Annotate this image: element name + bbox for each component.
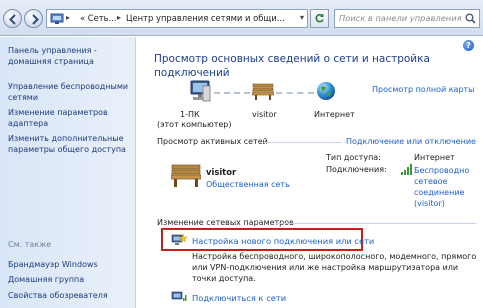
chevron-down-icon[interactable]: ▾ xyxy=(300,13,304,22)
map-connection-line xyxy=(276,92,314,94)
network-folder-icon xyxy=(50,13,64,24)
search-input[interactable]: Поиск в панели управления xyxy=(339,13,462,23)
sidebar-item-control-panel-home[interactable]: Панель управления - домашняя страница xyxy=(8,45,132,67)
connect-to-network-link[interactable]: Подключиться к сети xyxy=(192,293,286,303)
network-type-link[interactable]: Общественная сеть xyxy=(206,180,290,189)
divider xyxy=(264,142,342,143)
access-type-value: Интернет xyxy=(414,153,455,162)
help-icon[interactable]: ? xyxy=(463,40,474,51)
search-icon[interactable] xyxy=(465,13,476,24)
see-also-internet-options[interactable]: Свойства обозревателя xyxy=(8,290,132,301)
globe-icon[interactable] xyxy=(316,81,336,101)
see-also-heading: См. также xyxy=(8,240,52,249)
breadcrumb-network-center[interactable]: Центр управления сетями и общи... xyxy=(126,13,288,23)
refresh-icon xyxy=(315,13,324,23)
chevron-right-icon[interactable]: ▸ xyxy=(117,13,121,22)
address-bar[interactable]: ▸ « Сеть... ▸ Центр управления сетями и … xyxy=(46,9,308,28)
sidebar-item-manage-wireless[interactable]: Управление беспроводными сетями xyxy=(8,81,132,103)
connections-label: Подключения: xyxy=(326,165,387,174)
bench-icon xyxy=(171,164,201,187)
change-settings-heading: Изменение сетевых параметров xyxy=(157,218,294,227)
see-also-homegroup[interactable]: Домашняя группа xyxy=(8,274,132,285)
access-type-label: Тип доступа: xyxy=(326,153,381,162)
setup-new-connection-description: Настройка беспроводного, широкополосного… xyxy=(192,252,477,283)
map-node-visitor: visitor xyxy=(252,110,277,119)
bench-icon[interactable] xyxy=(252,82,274,100)
search-box[interactable]: Поиск в панели управления xyxy=(334,9,480,28)
page-title: Просмотр основных сведений о сети и наст… xyxy=(154,53,430,79)
see-also-firewall[interactable]: Брандмауэр Windows xyxy=(8,259,132,270)
chevron-right-icon: ▸ xyxy=(66,13,71,22)
back-button[interactable] xyxy=(3,9,22,28)
forward-button[interactable] xyxy=(24,9,43,28)
map-node-this-pc-subtitle: (этот компьютер) xyxy=(157,120,232,129)
address-toolbar: ▸ « Сеть... ▸ Центр управления сетями и … xyxy=(0,0,483,36)
setup-new-connection-link[interactable]: Настройка нового подключения или сети xyxy=(192,236,374,246)
computer-icon[interactable] xyxy=(189,80,211,104)
map-connection-line xyxy=(214,92,250,94)
wireless-connection-link[interactable]: Беспроводно сетевое соединение (visitor) xyxy=(414,165,476,209)
arrow-right-icon xyxy=(32,14,39,25)
map-node-this-pc: 1-ПК xyxy=(180,110,200,119)
sidebar-item-adapter-settings[interactable]: Изменение параметров адаптера xyxy=(8,107,132,129)
sidebar-item-sharing-settings[interactable]: Изменить дополнительные параметры общего… xyxy=(8,133,132,155)
wireless-signal-icon xyxy=(401,164,412,175)
arrow-left-icon xyxy=(9,14,16,25)
divider xyxy=(276,223,476,224)
breadcrumb-network[interactable]: « Сеть... xyxy=(80,13,117,23)
active-networks-heading: Просмотр активных сетей xyxy=(157,137,268,146)
connect-disconnect-link[interactable]: Подключение или отключение xyxy=(346,137,476,146)
map-node-internet: Интернет xyxy=(314,110,355,119)
connect-network-icon xyxy=(171,291,187,301)
view-full-map-link[interactable]: Просмотр полной карты xyxy=(372,85,475,94)
new-connection-icon xyxy=(171,233,187,245)
network-name: visitor xyxy=(206,167,237,177)
refresh-button[interactable] xyxy=(310,9,329,28)
